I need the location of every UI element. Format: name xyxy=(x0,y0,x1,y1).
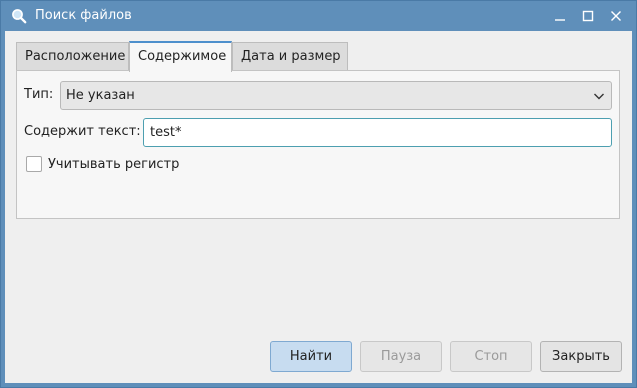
tab-date-size[interactable]: Дата и размер xyxy=(232,42,348,70)
pause-button[interactable]: Пауза xyxy=(360,341,442,372)
stop-button[interactable]: Стоп xyxy=(450,341,532,372)
case-sensitive-checkbox[interactable] xyxy=(26,156,42,172)
dialog-body: Расположение Содержимое Дата и размер Ти… xyxy=(5,31,632,383)
contains-text-input[interactable]: test* xyxy=(143,118,612,147)
chevron-down-icon xyxy=(594,93,604,100)
type-label: Тип: xyxy=(24,87,54,102)
search-files-window: Поиск файлов Расположение Содержимое Дат… xyxy=(0,0,637,388)
close-button[interactable]: Закрыть xyxy=(540,341,622,372)
find-button[interactable]: Найти xyxy=(270,341,352,372)
window-title: Поиск файлов xyxy=(35,8,132,23)
contains-text-value: test* xyxy=(150,125,182,140)
search-icon xyxy=(12,9,27,24)
case-sensitive-label[interactable]: Учитывать регистр xyxy=(48,157,179,172)
tab-contents[interactable]: Содержимое xyxy=(129,41,232,72)
type-select[interactable]: Не указан xyxy=(60,81,612,110)
close-icon[interactable] xyxy=(607,7,625,25)
type-select-value: Не указан xyxy=(66,88,135,103)
title-bar[interactable]: Поиск файлов xyxy=(1,1,636,31)
minimize-icon[interactable] xyxy=(551,7,569,25)
contains-text-label: Содержит текст: xyxy=(24,124,141,139)
maximize-icon[interactable] xyxy=(579,7,597,25)
tab-location[interactable]: Расположение xyxy=(16,42,129,70)
contents-panel: Тип: Не указан Содержит текст: test* Учи… xyxy=(16,70,620,219)
